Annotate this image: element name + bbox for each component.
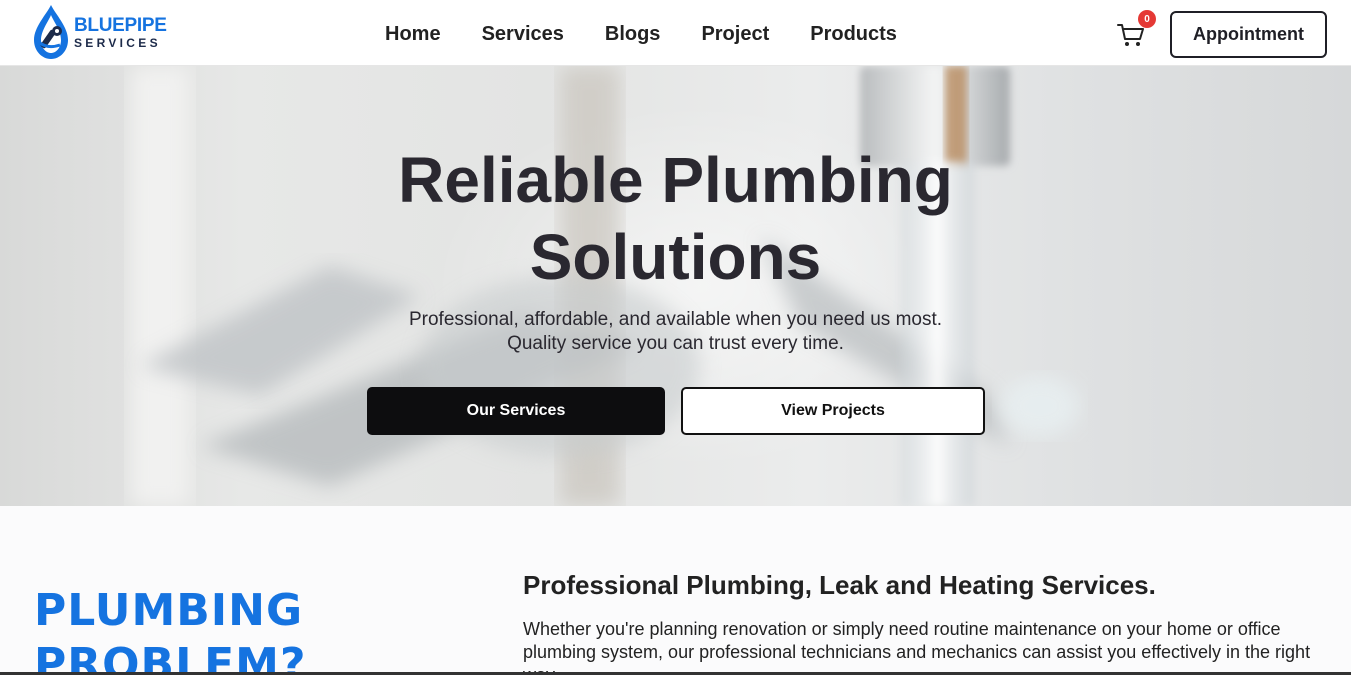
nav-services[interactable]: Services <box>482 20 564 48</box>
nav-home[interactable]: Home <box>385 20 441 48</box>
services-description: Whether you're planning renovation or si… <box>523 619 1311 675</box>
hero-subtitle: Professional, affordable, and available … <box>0 308 1351 356</box>
nav-project[interactable]: Project <box>701 20 769 48</box>
cart-count-badge: 0 <box>1138 10 1156 28</box>
logo[interactable]: BLUEPIPE SERVICES <box>30 2 180 62</box>
main-nav: Home Services Blogs Project Products <box>385 20 938 48</box>
logo-subtitle: SERVICES <box>74 35 161 50</box>
hero-title-line2: Solutions <box>529 221 822 293</box>
services-intro-section: PLUMBING PROBLEM? Professional Plumbing,… <box>0 506 1351 675</box>
logo-text: BLUEPIPE SERVICES <box>74 16 167 49</box>
plumbing-problem-heading: PLUMBING PROBLEM? <box>34 584 306 675</box>
site-header: BLUEPIPE SERVICES Home Services Blogs Pr… <box>0 0 1351 66</box>
water-drop-wrench-icon <box>30 3 72 61</box>
hero-subtitle-line1: Professional, affordable, and available … <box>408 309 943 330</box>
our-services-button[interactable]: Our Services <box>367 387 665 435</box>
hero-subtitle-line2: Quality service you can trust every time… <box>507 333 844 354</box>
problem-line1: PLUMBING <box>34 585 304 636</box>
view-projects-button[interactable]: View Projects <box>681 387 985 435</box>
problem-line2: PROBLEM? <box>34 639 307 675</box>
hero-section: Reliable Plumbing Solutions Professional… <box>0 66 1351 506</box>
nav-blogs[interactable]: Blogs <box>605 20 661 48</box>
services-heading: Professional Plumbing, Leak and Heating … <box>523 570 1156 600</box>
hero-title: Reliable Plumbing Solutions <box>0 142 1351 296</box>
hero-title-line1: Reliable Plumbing <box>398 144 953 216</box>
logo-name: BLUEPIPE <box>74 14 167 36</box>
nav-products[interactable]: Products <box>810 20 897 48</box>
appointment-button[interactable]: Appointment <box>1170 11 1327 58</box>
